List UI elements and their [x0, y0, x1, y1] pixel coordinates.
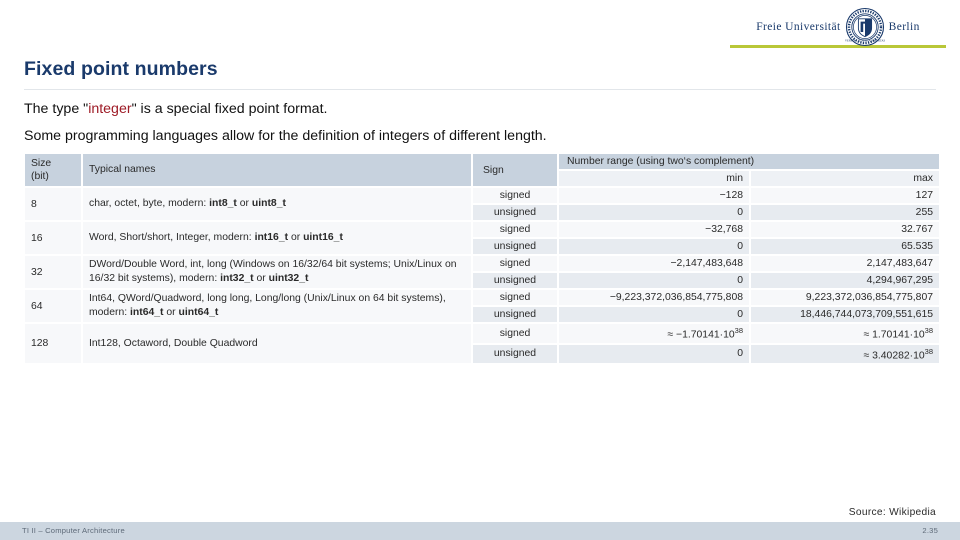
cell-max-signed: 9,223,372,036,854,775,807 [751, 290, 940, 306]
cell-min-unsigned: 0 [559, 239, 749, 254]
number-range-table-wrapper: Size (bit) Typical names Sign Number range (… [23, 152, 940, 365]
cell-typical-names: DWord/Double Word, int, long (Windows on… [83, 256, 471, 289]
page-title: Fixed point numbers [24, 58, 218, 80]
cell-max-unsigned: 4,294,967,295 [751, 273, 940, 289]
cell-min-signed: −9,223,372,036,854,775,808 [559, 290, 749, 306]
cell-max-unsigned: ≈ 3.40282·1038 [751, 344, 940, 364]
cell-size: 8 [25, 188, 81, 220]
cell-typical-names: Word, Short/short, Integer, modern: int1… [83, 222, 471, 254]
cell-sign-signed: signed [473, 290, 557, 306]
cell-sign-unsigned: unsigned [473, 273, 557, 289]
cell-typical-names: char, octet, byte, modern: int8_t or uin… [83, 188, 471, 220]
logo-left-word: Freie Universität [756, 21, 841, 33]
cell-min-signed: −32,768 [559, 222, 749, 237]
cell-max-signed: ≈ 1.70141·1038 [751, 324, 940, 343]
title-divider [24, 89, 936, 90]
table-row: 32 DWord/Double Word, int, long (Windows … [25, 256, 940, 289]
cell-typical-names: Int64, QWord/Quadword, long long, Long/l… [83, 290, 471, 323]
footer-course-label: TI II – Computer Architecture [22, 526, 125, 535]
logo-underline [730, 45, 946, 48]
cell-sign-signed: signed [473, 324, 557, 343]
header-max: max [751, 171, 940, 186]
table-row: 64 Int64, QWord/Quadword, long long, Long… [25, 290, 940, 323]
cell-min-unsigned: 0 [559, 273, 749, 289]
cell-max-unsigned: 255 [751, 205, 940, 220]
slide-footer: TI II – Computer Architecture 2.35 [0, 522, 960, 540]
header-sign: Sign [473, 154, 557, 186]
table-row: 8 char, octet, byte, modern: int8_t or ui… [25, 188, 940, 220]
cell-size: 128 [25, 324, 81, 364]
body-line-2: Some programming languages allow for the… [24, 128, 547, 144]
source-note: Source: Wikipedia [848, 507, 936, 518]
fu-berlin-seal-icon: VERITAS IUSTITIA LIBERTAS [845, 7, 885, 47]
cell-min-unsigned: 0 [559, 307, 749, 323]
header-number-range: Number range (using two‘s complement) [559, 154, 940, 169]
footer-page-number: 2.35 [922, 526, 938, 535]
cell-min-signed: ≈ −1.70141·1038 [559, 324, 749, 343]
logo-right-word: Berlin [888, 21, 920, 33]
cell-size: 16 [25, 222, 81, 254]
fu-berlin-logo: Freie Universität VERITAS IUSTITIA LIBER… [730, 7, 946, 54]
header-typical-names: Typical names [83, 154, 471, 186]
cell-min-unsigned: 0 [559, 344, 749, 364]
header-min: min [559, 171, 749, 186]
cell-sign-signed: signed [473, 188, 557, 203]
body-line-1-pre: The type " [24, 101, 89, 117]
table-row: 128 Int128, Octaword, Double Quadword sign… [25, 324, 940, 364]
cell-typical-names: Int128, Octaword, Double Quadword [83, 324, 471, 364]
cell-sign-signed: signed [473, 222, 557, 237]
cell-sign-unsigned: unsigned [473, 307, 557, 323]
cell-max-signed: 32.767 [751, 222, 940, 237]
cell-min-signed: −2,147,483,648 [559, 256, 749, 272]
cell-sign-signed: signed [473, 256, 557, 272]
table-body: Size (bit) Typical names Sign Number range (… [25, 154, 940, 364]
cell-sign-unsigned: unsigned [473, 344, 557, 364]
cell-max-unsigned: 65.535 [751, 239, 940, 254]
header-size: Size (bit) [25, 154, 81, 186]
body-line-1-post: " is a special fixed point format. [131, 101, 328, 117]
cell-max-unsigned: 18,446,744,073,709,551,615 [751, 307, 940, 323]
cell-size: 32 [25, 256, 81, 289]
svg-text:VERITAS IUSTITIA LIBERTAS: VERITAS IUSTITIA LIBERTAS [845, 39, 885, 43]
body-keyword-integer: integer [88, 101, 132, 117]
cell-sign-unsigned: unsigned [473, 205, 557, 220]
cell-min-signed: −128 [559, 188, 749, 203]
cell-size: 64 [25, 290, 81, 323]
cell-max-signed: 127 [751, 188, 940, 203]
slide-canvas: Freie Universität VERITAS IUSTITIA LIBER… [0, 0, 960, 540]
cell-min-unsigned: 0 [559, 205, 749, 220]
cell-sign-unsigned: unsigned [473, 239, 557, 254]
body-line-1: The type "integer" is a special fixed po… [24, 101, 327, 117]
cell-max-signed: 2,147,483,647 [751, 256, 940, 272]
logo-row: Freie Universität VERITAS IUSTITIA LIBER… [730, 7, 946, 47]
table-row: 16 Word, Short/short, Integer, modern: in… [25, 222, 940, 254]
table-header-row-1: Size (bit) Typical names Sign Number range (… [25, 154, 940, 186]
number-range-table: Size (bit) Typical names Sign Number range (… [23, 152, 941, 365]
